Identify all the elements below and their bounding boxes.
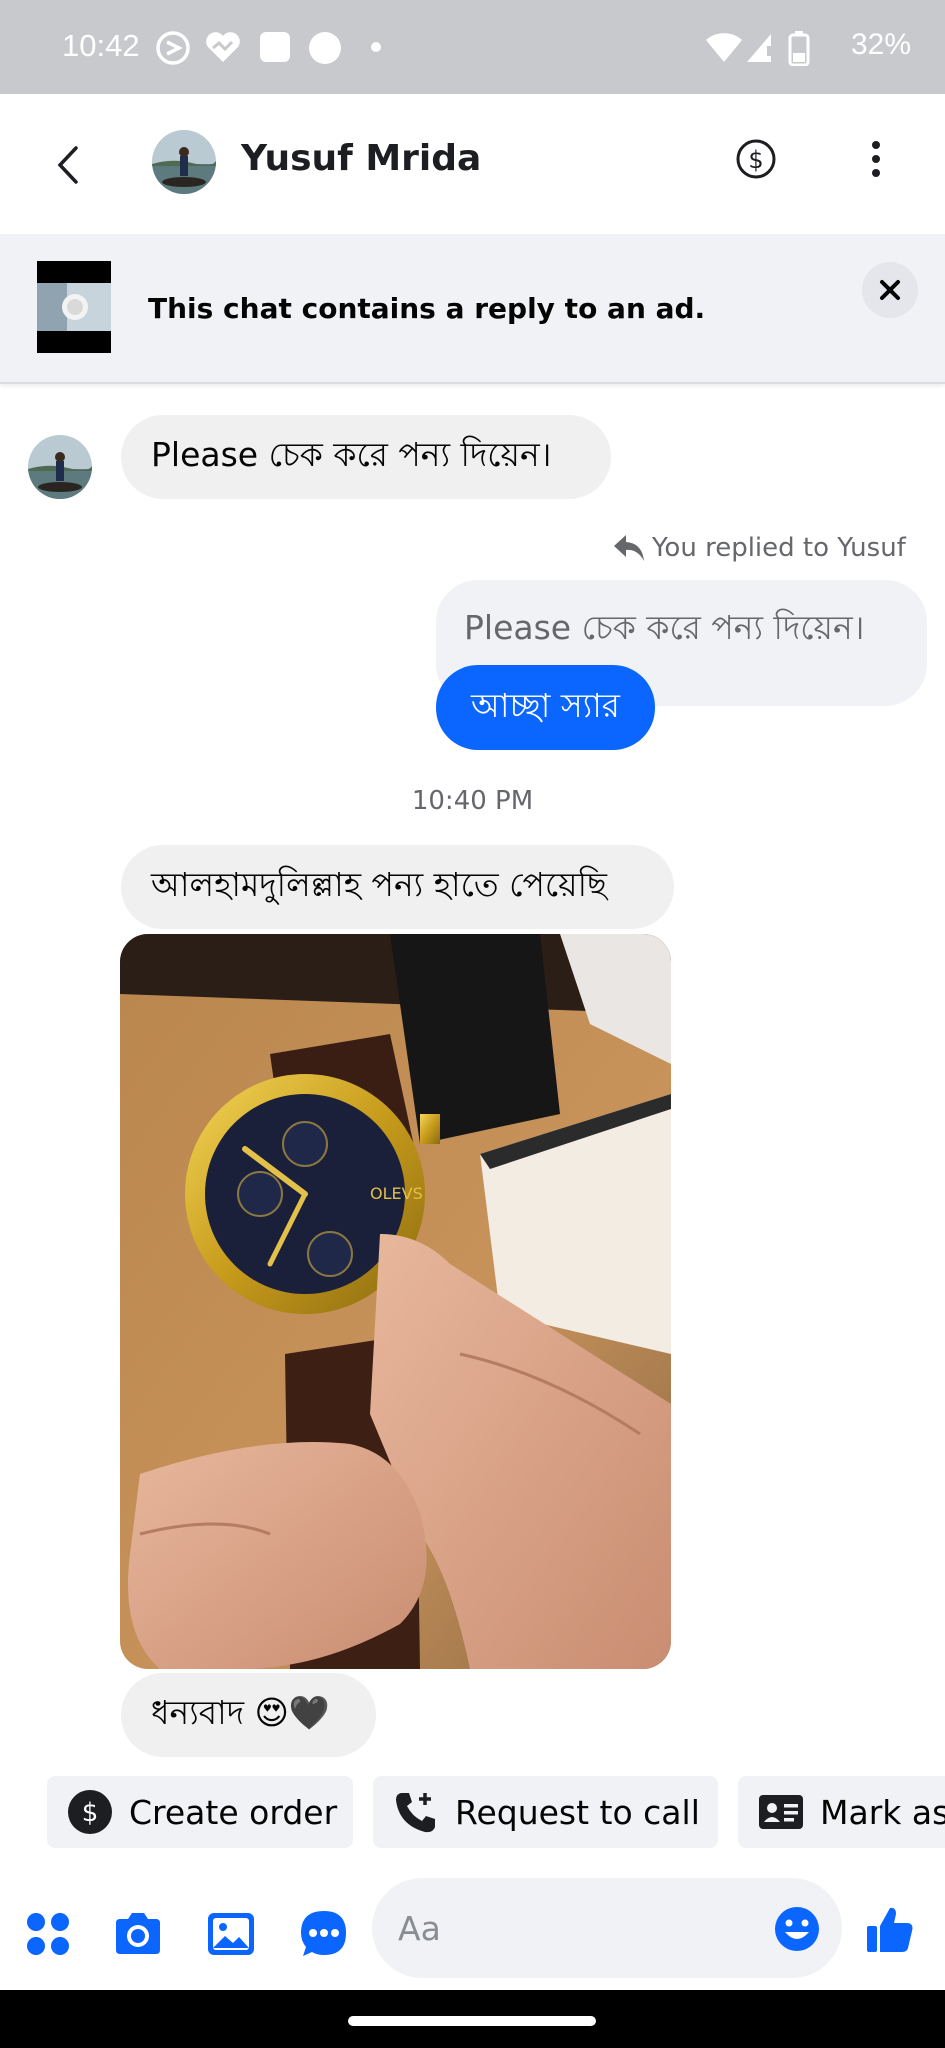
health-icon: [206, 32, 240, 62]
ad-banner-text: This chat contains a reply to an ad.: [148, 292, 706, 325]
contact-photo: [152, 130, 216, 194]
create-order-button[interactable]: $ Create order: [47, 1776, 353, 1848]
avatar[interactable]: [152, 130, 216, 194]
reply-arrow-icon: [614, 535, 644, 561]
timestamp-divider: 10:40 PM: [411, 786, 534, 816]
square-icon: [260, 32, 290, 62]
wristwatch-photo: OLEVS: [120, 934, 671, 1669]
dot-icon: [371, 42, 381, 52]
photo-message[interactable]: OLEVS: [120, 934, 671, 1669]
status-bar: 10:42 32%: [0, 0, 945, 94]
mark-as-label: Mark as: [820, 1792, 945, 1832]
system-navigation-bar: [0, 1990, 945, 2048]
message-input[interactable]: Aa: [372, 1878, 842, 1978]
wifi-icon: [706, 33, 742, 62]
more-vertical-icon[interactable]: [862, 138, 890, 180]
apps-grid-icon[interactable]: [22, 1908, 74, 1960]
outgoing-message[interactable]: আচ্ছা স্যার: [436, 665, 655, 750]
request-call-label: Request to call: [455, 1792, 700, 1832]
avatar[interactable]: [28, 435, 92, 499]
dollar-circle-icon: $: [68, 1790, 112, 1834]
ad-thumbnail[interactable]: [37, 261, 111, 353]
contact-card-icon: [759, 1795, 803, 1829]
reply-indicator-text: You replied to Yusuf: [652, 533, 906, 563]
incoming-message[interactable]: Please চেক করে পন্য দিয়েন।: [121, 415, 611, 499]
gallery-icon[interactable]: [205, 1908, 257, 1960]
incoming-message[interactable]: আলহামদুলিল্লাহ পন্য হাতে পেয়েছি: [121, 845, 674, 929]
ad-image: [37, 261, 111, 353]
chat-header: Yusuf Mrida $: [0, 94, 945, 234]
phone-plus-icon: [396, 1793, 435, 1833]
status-time: 10:42: [62, 28, 140, 63]
chat-bubble-icon[interactable]: [298, 1908, 350, 1960]
close-button[interactable]: [862, 262, 918, 318]
emoji-icon[interactable]: [774, 1906, 820, 1952]
svg-text:$: $: [82, 1798, 99, 1828]
svg-text:OLEVS: OLEVS: [370, 1184, 423, 1203]
camera-icon[interactable]: [112, 1908, 164, 1960]
message-composer: Aa: [0, 1868, 945, 1990]
close-icon: [880, 280, 900, 300]
contact-photo: [28, 435, 92, 499]
dollar-circle-icon[interactable]: $: [735, 138, 777, 180]
ad-reply-banner: This chat contains a reply to an ad.: [0, 234, 945, 384]
mark-as-button[interactable]: Mark as: [738, 1776, 945, 1848]
reply-indicator: You replied to Yusuf: [612, 533, 906, 563]
message-input-placeholder: Aa: [398, 1908, 441, 1948]
battery-icon: [788, 31, 810, 66]
contact-name[interactable]: Yusuf Mrida: [241, 138, 481, 179]
chevron-left-icon[interactable]: [48, 140, 88, 190]
request-call-button[interactable]: Request to call: [373, 1776, 718, 1848]
create-order-label: Create order: [129, 1792, 338, 1832]
home-handle[interactable]: [348, 2016, 596, 2026]
incoming-message[interactable]: ধন্যবাদ 😍🖤: [121, 1673, 376, 1757]
assistant-icon: [156, 31, 190, 65]
svg-text:$: $: [748, 146, 763, 174]
signal-icon: [747, 34, 771, 62]
thumbs-up-icon[interactable]: [864, 1904, 916, 1956]
circle-icon: [309, 32, 341, 64]
battery-percentage: 32%: [850, 28, 911, 61]
